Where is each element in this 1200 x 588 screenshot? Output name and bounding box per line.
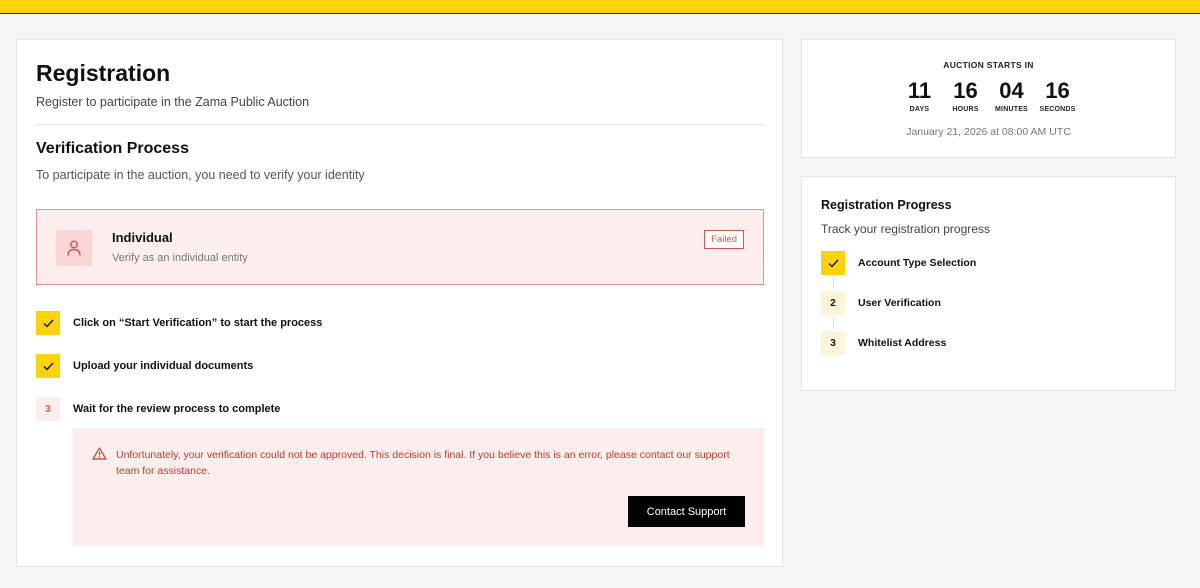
error-alert: Unfortunately, your verification could n… — [73, 428, 764, 546]
countdown-days: 11 DAYS — [901, 78, 937, 113]
countdown-hours: 16 HOURS — [947, 78, 983, 113]
contact-support-button[interactable]: Contact Support — [628, 496, 745, 527]
progress-step-label: Account Type Selection — [858, 257, 977, 269]
progress-step-account-type: Account Type Selection — [821, 251, 976, 275]
verification-step-3: 3 Wait for the review process to complet… — [36, 397, 280, 421]
entity-type-card-individual[interactable]: Individual Verify as an individual entit… — [36, 209, 764, 285]
progress-step-user-verification: 2 User Verification — [821, 291, 941, 315]
step-number: 3 — [36, 397, 60, 421]
countdown-heading: AUCTION STARTS IN — [943, 60, 1034, 70]
step-label: Click on “Start Verification” to start t… — [73, 317, 323, 329]
countdown-seconds: 16 SECONDS — [1039, 78, 1075, 113]
top-accent-bar — [0, 0, 1200, 14]
check-icon — [821, 251, 845, 275]
countdown-value: 11 — [907, 78, 932, 103]
countdown-value: 04 — [999, 78, 1024, 103]
section-description: To participate in the auction, you need … — [36, 168, 365, 182]
page-title: Registration — [36, 60, 171, 86]
progress-title: Registration Progress — [821, 198, 952, 212]
progress-step-label: Whitelist Address — [858, 337, 947, 349]
step-label: Upload your individual documents — [73, 360, 254, 372]
countdown-label: DAYS — [909, 106, 930, 113]
verification-step-1: Click on “Start Verification” to start t… — [36, 311, 322, 335]
countdown-timer: 11 DAYS 16 HOURS 04 MINUTES 16 SECONDS — [802, 78, 1175, 113]
countdown-value: 16 — [1045, 78, 1070, 103]
section-title: Verification Process — [36, 140, 189, 157]
countdown-label: MINUTES — [995, 106, 1028, 113]
progress-connector — [833, 277, 834, 289]
step-number: 2 — [821, 291, 845, 315]
divider — [36, 124, 764, 125]
check-icon — [36, 354, 60, 378]
step-label: Wait for the review process to complete — [73, 403, 281, 415]
countdown-label: HOURS — [952, 106, 979, 113]
progress-connector — [833, 317, 834, 329]
progress-description: Track your registration progress — [821, 222, 990, 236]
auction-date: January 21, 2026 at 08:00 AM UTC — [906, 126, 1071, 138]
entity-title: Individual — [112, 230, 173, 245]
error-message: Unfortunately, your verification could n… — [116, 449, 730, 477]
registration-progress-panel: Registration Progress Track your registr… — [801, 176, 1176, 391]
status-badge: Failed — [704, 230, 744, 249]
countdown-minutes: 04 MINUTES — [993, 78, 1029, 113]
user-icon — [56, 230, 92, 266]
progress-step-whitelist-address: 3 Whitelist Address — [821, 331, 946, 355]
step-number: 3 — [821, 331, 845, 355]
warning-icon — [92, 447, 107, 465]
countdown-panel: AUCTION STARTS IN 11 DAYS 16 HOURS 04 MI… — [801, 39, 1176, 158]
countdown-label: SECONDS — [1039, 106, 1076, 113]
page-subtitle: Register to participate in the Zama Publ… — [36, 95, 310, 109]
progress-step-label: User Verification — [858, 297, 941, 309]
registration-panel: Registration Register to participate in … — [16, 39, 783, 567]
entity-description: Verify as an individual entity — [112, 252, 248, 264]
check-icon — [36, 311, 60, 335]
verification-step-2: Upload your individual documents — [36, 354, 253, 378]
countdown-value: 16 — [953, 78, 978, 103]
